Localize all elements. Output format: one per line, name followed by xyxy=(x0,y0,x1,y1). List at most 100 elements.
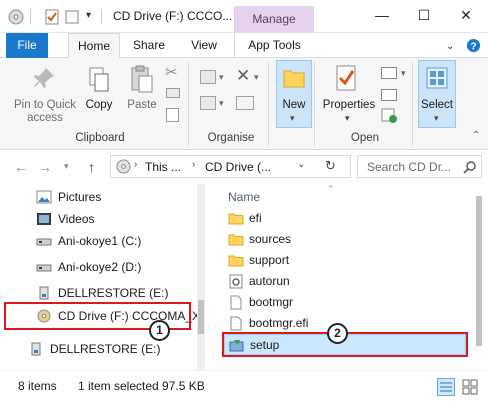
forward-arrow-icon[interactable]: → xyxy=(38,159,52,175)
maximize-button[interactable]: ☐ xyxy=(410,4,438,26)
properties-button[interactable]: Properties xyxy=(320,99,378,112)
usb-drive-icon xyxy=(31,342,41,356)
file-list-scrollbar-thumb[interactable] xyxy=(476,196,482,346)
breadcrumb-chevron-icon[interactable]: › xyxy=(192,159,195,170)
breadcrumb-chevron-icon[interactable]: › xyxy=(134,159,137,170)
step-badge-1: 1 xyxy=(149,320,170,341)
help-icon[interactable]: ? xyxy=(466,38,481,53)
properties-dropdown-icon[interactable]: ▾ xyxy=(345,113,350,124)
open-dropdown-icon[interactable]: ▾ xyxy=(401,68,406,79)
videos-folder-icon xyxy=(37,213,51,225)
properties-icon xyxy=(336,65,356,91)
sort-indicator-icon: ⌃ xyxy=(327,184,335,194)
delete-icon[interactable]: ✕ xyxy=(236,66,250,86)
cd-drive-icon xyxy=(116,159,131,174)
usb-drive-icon xyxy=(39,286,49,300)
folder-icon xyxy=(228,255,244,267)
drive-icon xyxy=(36,238,52,246)
copy-to-icon[interactable] xyxy=(200,96,216,110)
organise-group-label: Organise xyxy=(207,132,255,144)
settings-file-icon xyxy=(229,274,243,289)
refresh-icon[interactable]: ↻ xyxy=(325,158,336,174)
large-icons-view-icon[interactable] xyxy=(461,378,479,396)
clipboard-group-label: Clipboard xyxy=(75,132,125,144)
column-header-name[interactable]: Name xyxy=(228,190,260,204)
manage-tab[interactable]: Manage xyxy=(234,6,314,33)
pictures-folder-icon xyxy=(36,190,52,204)
folder-icon xyxy=(228,213,244,225)
title-separator xyxy=(30,9,31,24)
file-row-sources[interactable]: sources xyxy=(224,229,466,250)
search-input[interactable]: Search CD Dr... xyxy=(367,160,451,174)
copy-path-icon[interactable] xyxy=(166,88,180,98)
new-label[interactable]: New xyxy=(276,99,312,112)
status-bar: 8 items 1 item selected 97.5 KB xyxy=(0,370,488,401)
nav-scrollbar-thumb[interactable] xyxy=(198,300,204,334)
pin-to-quick-access-button[interactable]: Pin to Quick access xyxy=(8,99,82,125)
file-row-efi[interactable]: efi xyxy=(224,208,466,229)
window-title: CD Drive (F:) CCCO... xyxy=(113,9,233,23)
file-row-support[interactable]: support xyxy=(224,250,466,271)
title-separator xyxy=(101,9,102,24)
copy-button[interactable]: Copy xyxy=(84,99,114,112)
edit-icon[interactable] xyxy=(381,89,397,101)
move-to-dropdown-icon[interactable]: ▾ xyxy=(219,72,224,83)
file-icon xyxy=(230,316,242,331)
selection-info: 1 item selected 97.5 KB xyxy=(78,379,205,393)
back-arrow-icon[interactable]: ← xyxy=(14,159,28,175)
tab-file[interactable]: File xyxy=(6,33,48,58)
drive-icon xyxy=(36,264,52,272)
step-badge-2: 2 xyxy=(327,323,348,344)
ribbon-separator xyxy=(314,62,315,146)
ribbon: Pin to Quick access Copy Paste ✂ Clipboa… xyxy=(0,58,488,150)
file-row-autorun[interactable]: autorun xyxy=(224,271,466,292)
breadcrumb-cd-drive[interactable]: CD Drive (... xyxy=(205,160,271,174)
pin-icon xyxy=(34,68,54,88)
address-row: ← → ▾ ↑ › This ... › CD Drive (... ⌄ ↻ S… xyxy=(0,150,488,184)
select-dropdown-icon[interactable]: ▾ xyxy=(434,113,439,124)
new-dropdown-icon[interactable]: ▾ xyxy=(290,113,295,124)
tab-home[interactable]: Home xyxy=(68,33,120,59)
paste-button[interactable]: Paste xyxy=(124,99,160,112)
up-arrow-icon[interactable]: ↑ xyxy=(88,159,95,175)
search-box[interactable]: Search CD Dr... xyxy=(357,155,482,178)
cd-drive-icon xyxy=(8,9,24,25)
copy-icon xyxy=(89,67,109,92)
cut-icon[interactable]: ✂ xyxy=(165,63,178,81)
breadcrumb-this-pc[interactable]: This ... xyxy=(145,160,181,174)
expand-ribbon-icon[interactable]: ⌄ xyxy=(446,41,454,52)
new-folder-quick-icon[interactable] xyxy=(64,9,80,25)
recent-locations-icon[interactable]: ▾ xyxy=(64,161,69,172)
nav-scrollbar[interactable] xyxy=(197,184,205,370)
search-icon[interactable] xyxy=(463,160,477,174)
svg-text:?: ? xyxy=(470,41,476,52)
close-button[interactable]: ✕ xyxy=(452,4,480,26)
collapse-ribbon-icon[interactable]: ⌃ xyxy=(472,130,480,141)
ribbon-tab-bar: File Home Share View App Tools ⌄ ? xyxy=(0,33,488,59)
customize-quick-access-icon[interactable]: ▾ xyxy=(86,10,91,21)
file-row-bootmgr[interactable]: bootmgr xyxy=(224,292,466,313)
details-view-icon[interactable] xyxy=(437,378,455,396)
title-bar: ▾ CD Drive (F:) CCCO... Manage — ☐ ✕ xyxy=(0,0,488,33)
ribbon-separator xyxy=(268,62,269,146)
new-folder-icon xyxy=(283,70,305,88)
tab-share[interactable]: Share xyxy=(126,33,172,58)
paste-shortcut-icon[interactable] xyxy=(166,108,179,122)
delete-dropdown-icon[interactable]: ▾ xyxy=(254,72,259,83)
paste-icon xyxy=(131,65,153,93)
tab-app-tools[interactable]: App Tools xyxy=(234,33,314,58)
open-icon[interactable] xyxy=(381,67,397,79)
copy-to-dropdown-icon[interactable]: ▾ xyxy=(219,98,224,109)
tab-view[interactable]: View xyxy=(182,33,226,58)
minimize-button[interactable]: — xyxy=(368,4,396,26)
ribbon-separator xyxy=(188,62,189,146)
select-label[interactable]: Select xyxy=(418,99,456,112)
ribbon-separator xyxy=(412,62,413,146)
address-bar[interactable]: › This ... › CD Drive (... ⌄ ↻ xyxy=(110,155,351,178)
properties-quick-icon[interactable] xyxy=(44,9,60,25)
history-icon[interactable] xyxy=(381,108,399,124)
address-dropdown-icon[interactable]: ⌄ xyxy=(297,159,305,170)
move-to-icon[interactable] xyxy=(200,70,216,84)
item-count: 8 items xyxy=(18,379,57,393)
rename-icon[interactable] xyxy=(236,96,254,110)
